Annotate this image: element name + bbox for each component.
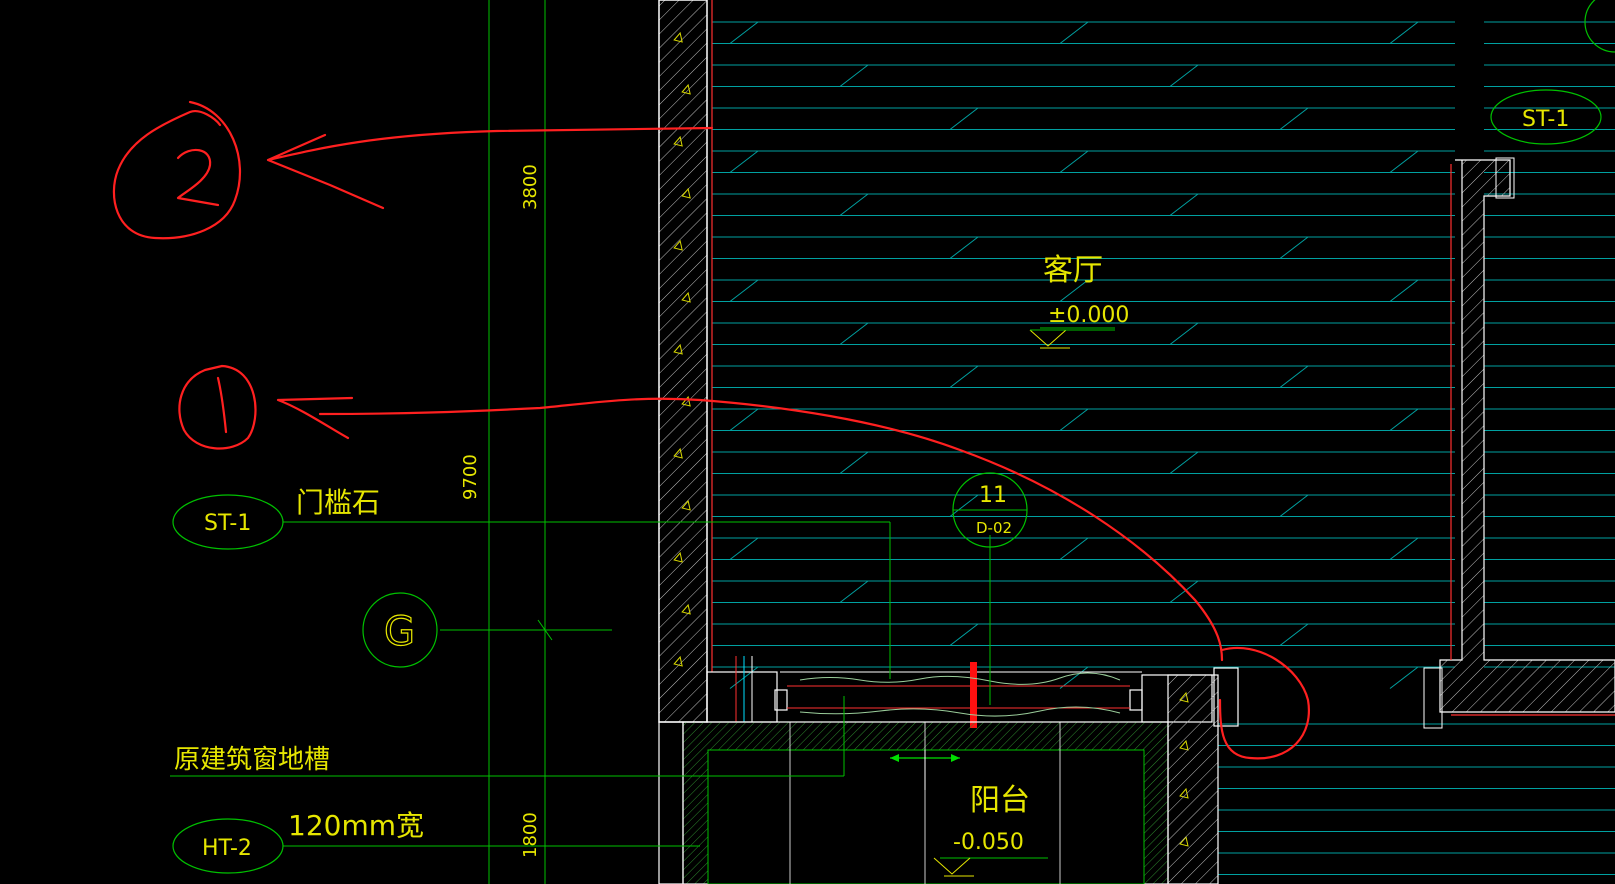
living-room-diagonal-hatch	[729, 21, 1419, 689]
right-interior-wall	[1423, 157, 1615, 729]
floor-diagonal-stroke	[1389, 666, 1419, 689]
floor-diagonal-stroke	[1169, 451, 1199, 474]
floor-diagonal-stroke	[729, 150, 759, 173]
markup-arrow-1	[276, 396, 1224, 662]
markup-circle-jamb	[1218, 647, 1311, 760]
st1-left-note: 门槛石	[296, 486, 380, 519]
st1-left-tag: ST-1	[204, 511, 251, 536]
floor-diagonal-stroke	[1389, 408, 1419, 431]
floor-diagonal-stroke	[1389, 150, 1419, 173]
floor-diagonal-stroke	[1279, 236, 1309, 259]
floor-diagonal-stroke	[1059, 150, 1089, 173]
floor-diagonal-stroke	[839, 451, 869, 474]
detail-sheet: D-02	[976, 519, 1012, 537]
floor-diagonal-stroke	[949, 365, 979, 388]
floor-diagonal-stroke	[839, 193, 869, 216]
floor-diagonal-stroke	[1059, 666, 1089, 689]
markup-digit-1	[216, 376, 228, 434]
balcony-structure	[658, 721, 1169, 884]
floor-diagonal-stroke	[1279, 494, 1309, 517]
balcony-label: 阳台	[970, 783, 1030, 818]
grid-axis-label: G	[384, 609, 415, 655]
floor-diagonal-stroke	[1169, 322, 1199, 345]
floor-diagonal-stroke	[949, 623, 979, 646]
floor-diagonal-stroke	[839, 64, 869, 87]
floor-diagonal-stroke	[1389, 279, 1419, 302]
dim-3800: 3800	[520, 164, 541, 210]
floor-diagonal-stroke	[1279, 107, 1309, 130]
room-label: 客厅	[1043, 253, 1103, 288]
balcony-floor-hatch	[1218, 723, 1615, 875]
floor-diagonal-stroke	[1059, 21, 1089, 44]
floor-diagonal-stroke	[1389, 21, 1419, 44]
floor-diagonal-stroke	[729, 279, 759, 302]
floor-diagonal-stroke	[1059, 408, 1089, 431]
floor-diagonal-stroke	[729, 21, 759, 44]
floor-diagonal-stroke	[729, 537, 759, 560]
detail-number: 11	[979, 483, 1007, 508]
dim-1800: 1800	[520, 812, 541, 858]
top-right-callout-circle	[1584, 0, 1615, 53]
balcony-level: -0.050	[953, 830, 1024, 855]
ht2-tag: HT-2	[202, 836, 252, 861]
window-slot-note: 原建筑窗地槽	[174, 745, 330, 775]
floor-diagonal-stroke	[1389, 537, 1419, 560]
st1-right-tag: ST-1	[1522, 107, 1569, 132]
left-wall	[658, 0, 713, 723]
floor-diagonal-stroke	[949, 107, 979, 130]
cad-drawing-canvas[interactable]: 客厅 ±0.000 阳台 -0.050 G ST-1 门槛石 ST-1 HT-2…	[0, 0, 1615, 884]
floor-diagonal-stroke	[949, 494, 979, 517]
floor-diagonal-stroke	[839, 322, 869, 345]
markup-circle-2	[112, 100, 242, 240]
floor-diagonal-stroke	[1169, 64, 1199, 87]
right-return-wall	[1167, 667, 1239, 884]
floor-diagonal-stroke	[1279, 623, 1309, 646]
markup-arrow-2	[266, 126, 714, 210]
ht2-note: 120mm宽	[288, 809, 424, 842]
floor-diagonal-stroke	[839, 580, 869, 603]
floor-diagonal-stroke	[1059, 537, 1089, 560]
markup-digit-2	[176, 148, 220, 207]
floor-diagonal-stroke	[1279, 365, 1309, 388]
floor-diagonal-stroke	[949, 236, 979, 259]
floor-diagonal-stroke	[729, 408, 759, 431]
dim-9700: 9700	[460, 454, 481, 500]
floor-diagonal-stroke	[1169, 193, 1199, 216]
room-level: ±0.000	[1048, 303, 1129, 328]
